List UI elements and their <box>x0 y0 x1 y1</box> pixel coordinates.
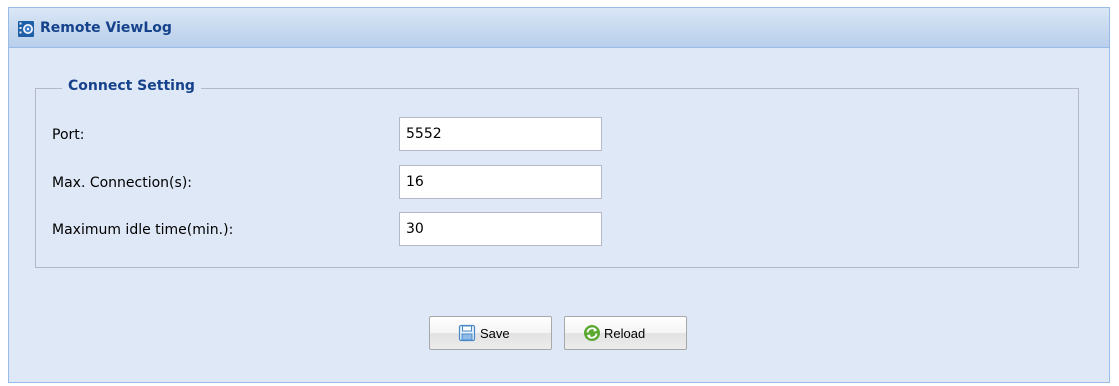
max-idle-time-input[interactable] <box>399 212 602 246</box>
save-button[interactable]: Save <box>429 316 552 350</box>
reload-button[interactable]: Reload <box>564 316 687 350</box>
max-connections-label: Max. Connection(s): <box>52 175 192 191</box>
port-input[interactable] <box>399 117 602 151</box>
max-connections-input[interactable] <box>399 165 602 199</box>
remote-viewlog-panel: Remote ViewLog Connect Setting Port: Max… <box>8 7 1110 383</box>
panel-title: Remote ViewLog <box>40 20 172 36</box>
refresh-arrows-icon <box>584 325 600 341</box>
film-reel-icon <box>18 21 34 37</box>
max-idle-time-label: Maximum idle time(min.): <box>52 222 234 238</box>
floppy-disk-icon <box>458 324 476 342</box>
port-label: Port: <box>52 127 85 143</box>
reload-button-label: Reload <box>604 326 646 341</box>
connect-setting-legend: Connect Setting <box>62 78 201 94</box>
panel-header: Remote ViewLog <box>9 8 1109 48</box>
save-button-label: Save <box>480 326 510 341</box>
connect-setting-fieldset: Connect Setting Port: Max. Connection(s)… <box>35 78 1079 268</box>
